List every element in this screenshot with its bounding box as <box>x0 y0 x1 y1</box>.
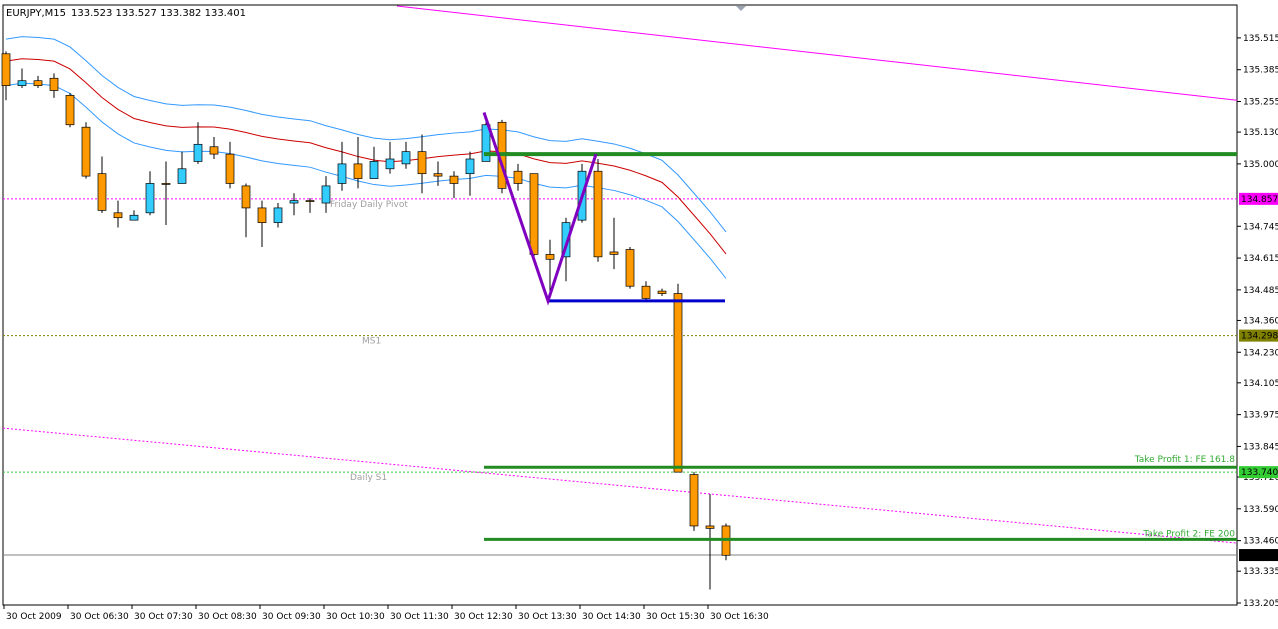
x-tick-label: 30 Oct 10:30 <box>326 612 385 622</box>
candle-bull[interactable] <box>145 183 155 214</box>
candle-bear[interactable] <box>161 183 171 185</box>
price-tag-label: 134.857 <box>1241 195 1278 205</box>
candle-bear[interactable] <box>641 285 651 299</box>
y-tick-label: 133.845 <box>1243 442 1278 452</box>
y-tick-label: 135.000 <box>1243 160 1278 170</box>
candle-bear[interactable] <box>305 200 315 202</box>
level-label: Friday Daily Pivot <box>330 200 408 210</box>
x-tick-label: 30 Oct 06:30 <box>70 612 129 622</box>
candle-bear[interactable] <box>49 77 59 91</box>
candle-bull[interactable] <box>401 151 411 165</box>
candle-bear[interactable] <box>65 95 75 126</box>
candle-bear[interactable] <box>593 170 603 258</box>
candle-bear[interactable] <box>513 170 523 184</box>
candle-bear[interactable] <box>33 80 43 86</box>
candle-bear[interactable] <box>1 53 11 86</box>
level-label: Daily S1 <box>350 473 387 483</box>
candle-bull[interactable] <box>129 214 139 221</box>
candle-bear[interactable] <box>449 175 459 184</box>
candle-bear[interactable] <box>529 173 539 255</box>
candle-bear[interactable] <box>417 151 427 175</box>
candle-bear[interactable] <box>657 290 667 294</box>
candle-bear[interactable] <box>241 185 251 209</box>
candle-bear[interactable] <box>225 153 235 184</box>
ohlc-label: 133.523 133.527 133.382 133.401 <box>71 8 246 19</box>
y-tick-label: 134.615 <box>1243 254 1278 264</box>
y-tick-label: 134.230 <box>1243 348 1278 358</box>
x-tick-label: 30 Oct 09:30 <box>262 612 321 622</box>
candle-bull[interactable] <box>321 185 331 204</box>
y-tick-label: 134.105 <box>1243 379 1278 389</box>
candle-bear[interactable] <box>705 525 715 529</box>
y-tick-label: 133.590 <box>1243 505 1278 515</box>
candle-bear[interactable] <box>113 212 123 219</box>
candle-bull[interactable] <box>385 158 395 170</box>
candle-bull[interactable] <box>465 158 475 175</box>
y-tick-label: 135.515 <box>1243 34 1278 44</box>
y-tick-label: 135.130 <box>1243 128 1278 138</box>
x-tick-label: 30 Oct 16:30 <box>710 612 769 622</box>
y-tick-label: 134.485 <box>1243 286 1278 296</box>
candle-bear[interactable] <box>625 249 635 287</box>
price-tag-label: 134.298 <box>1241 332 1278 342</box>
y-tick-label: 134.745 <box>1243 222 1278 232</box>
x-tick-label: 30 Oct 07:30 <box>134 612 193 622</box>
candle-bull[interactable] <box>337 163 347 184</box>
candle-bear[interactable] <box>353 163 363 179</box>
y-tick-label: 135.385 <box>1243 66 1278 76</box>
y-tick-label: 135.255 <box>1243 98 1278 108</box>
candle-bull[interactable] <box>273 207 283 223</box>
candle-bear[interactable] <box>209 146 219 155</box>
x-tick-label: 30 Oct 08:30 <box>198 612 257 622</box>
y-tick-label: 133.335 <box>1243 567 1278 577</box>
candle-bull[interactable] <box>369 161 379 179</box>
candle-bull[interactable] <box>17 80 27 86</box>
candle-bear[interactable] <box>433 173 443 177</box>
y-tick-label: 133.205 <box>1243 599 1278 609</box>
candle-bear[interactable] <box>689 474 699 527</box>
price-tag-label: 133.740 <box>1241 468 1278 478</box>
candle-bear[interactable] <box>609 251 619 255</box>
x-tick-label: 30 Oct 13:30 <box>518 612 577 622</box>
y-tick-label: 133.460 <box>1243 537 1278 547</box>
candle-bear[interactable] <box>257 207 267 223</box>
take-profit-1-label: Take Profit 1: FE 161.8 <box>1134 455 1236 465</box>
forex-chart[interactable]: EURJPY,M15 133.523 133.527 133.382 133.4… <box>0 0 1278 625</box>
candle-bear[interactable] <box>97 173 107 211</box>
candle-bear[interactable] <box>81 126 91 177</box>
y-tick-label: 134.360 <box>1243 316 1278 326</box>
symbol-label: EURJPY,M15 <box>6 8 66 19</box>
candle-bear[interactable] <box>545 254 555 260</box>
x-tick-label: 30 Oct 12:30 <box>454 612 513 622</box>
plot-area <box>2 4 1238 606</box>
price-tag-label: 133.401 <box>1241 551 1278 561</box>
candle-bull[interactable] <box>193 143 203 162</box>
y-tick-label: 133.975 <box>1243 411 1278 421</box>
candle-bull[interactable] <box>177 168 187 184</box>
take-profit-2-label: Take Profit 2: FE 200 <box>1142 529 1235 539</box>
candle-bull[interactable] <box>289 200 299 204</box>
candle-bear[interactable] <box>673 293 683 473</box>
x-tick-label: 30 Oct 2009 <box>6 612 62 622</box>
x-tick-label: 30 Oct 15:30 <box>646 612 705 622</box>
x-tick-label: 30 Oct 11:30 <box>390 612 449 622</box>
candlestick-chart-svg[interactable]: EURJPY,M15 133.523 133.527 133.382 133.4… <box>0 0 1278 625</box>
level-label: MS1 <box>362 337 381 347</box>
x-tick-label: 30 Oct 14:30 <box>582 612 641 622</box>
